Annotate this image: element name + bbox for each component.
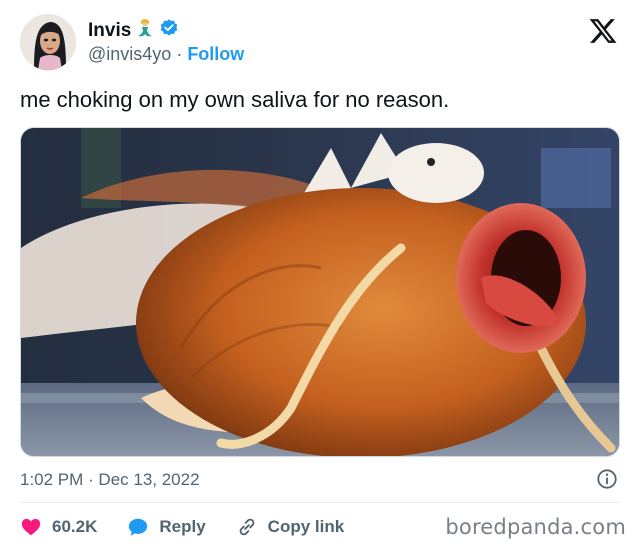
x-logo-icon[interactable] [588,16,618,46]
magikarp-photo [21,128,619,456]
tweet-meta: 1:02 PM · Dec 13, 2022 [20,468,620,494]
source-watermark: boredpanda.com [445,515,626,539]
tweet-text: me choking on my own saliva for no reaso… [20,87,450,112]
handle-separator: · [171,44,188,64]
copy-link-button[interactable]: Copy link [236,516,345,538]
like-count: 60.2K [52,517,98,536]
divider [20,502,620,503]
avatar-image [20,14,76,70]
reply-bubble-icon [129,518,148,536]
mermaid-emoji-icon [135,18,155,43]
tweet-header: Invis @invis4yo · Follow [20,14,620,72]
link-icon [239,518,255,536]
heart-icon [21,518,41,536]
author-handle[interactable]: @invis4yo [88,44,171,64]
tweet-timestamp[interactable]: 1:02 PM · Dec 13, 2022 [20,470,200,490]
tweet-media-image[interactable] [20,127,620,457]
reply-button[interactable]: Reply [127,516,206,538]
copy-link-label: Copy link [267,517,345,536]
follow-button[interactable]: Follow [187,44,244,64]
info-icon[interactable] [596,468,618,490]
author-name[interactable]: Invis [88,20,131,42]
avatar[interactable] [20,14,76,70]
reply-label: Reply [159,517,206,536]
author-name-row[interactable]: Invis [88,18,179,43]
handle-row: @invis4yo · Follow [88,44,244,65]
verified-badge-icon [159,18,179,43]
like-button[interactable]: 60.2K [20,516,97,538]
